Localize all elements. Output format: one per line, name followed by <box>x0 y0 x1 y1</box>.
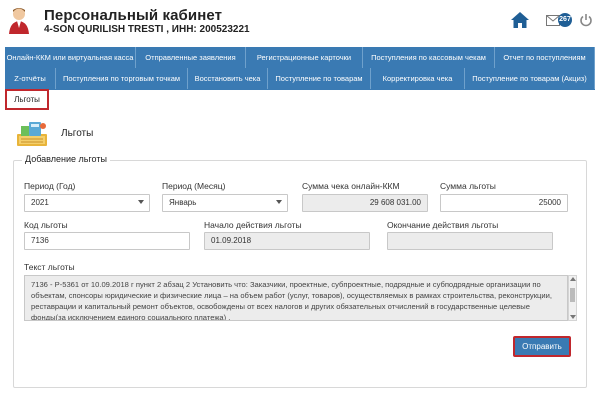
end-date-field <box>387 232 553 250</box>
panel-title: Добавление льготы <box>22 154 110 164</box>
benefit-text-area[interactable]: 7136 - Р-5361 от 10.09.2018 г пункт 2 аб… <box>24 275 568 321</box>
scroll-up-icon[interactable] <box>570 277 576 281</box>
tab-divider <box>5 89 595 90</box>
month-select[interactable]: Январь <box>162 194 288 212</box>
benefit-sum-input[interactable]: 25000 <box>440 194 568 212</box>
scroll-down-icon[interactable] <box>570 315 576 319</box>
submit-button[interactable]: Отправить <box>513 336 571 357</box>
benefits-icon <box>17 122 47 146</box>
start-date-field: 01.09.2018 <box>204 232 370 250</box>
add-benefit-panel: Добавление льготы Период (Год) 2021 Пери… <box>13 154 587 388</box>
tab-z-reports[interactable]: Z-отчёты <box>5 68 56 89</box>
section-title: Льготы <box>61 128 94 139</box>
page-title: Персональный кабинет <box>44 7 223 24</box>
tab-goods-excise[interactable]: Поступление по товарам (Акциз) <box>465 68 595 89</box>
benefit-sum-label: Сумма льготы <box>440 181 496 191</box>
scroll-thumb[interactable] <box>570 288 575 302</box>
month-label: Период (Месяц) <box>162 181 226 191</box>
home-icon[interactable] <box>510 11 530 29</box>
tab-sent-applications[interactable]: Отправленные заявления <box>136 47 246 68</box>
mail-count-badge[interactable]: 267 <box>558 13 572 27</box>
start-date-label: Начало действия льготы <box>204 220 302 230</box>
tab-online-kkm[interactable]: Онлайн-ККМ или виртуальная касса <box>5 47 136 68</box>
tab-registration-cards[interactable]: Регистрационные карточки <box>246 47 363 68</box>
year-value: 2021 <box>31 198 49 207</box>
tab-restore-receipt[interactable]: Восстановить чека <box>188 68 268 89</box>
text-scrollbar[interactable] <box>568 275 577 321</box>
year-select[interactable]: 2021 <box>24 194 150 212</box>
tab-cash-receipts[interactable]: Поступления по кассовым чекам <box>363 47 495 68</box>
tab-goods-revenue[interactable]: Поступление по товарам <box>268 68 371 89</box>
month-value: Январь <box>169 198 197 207</box>
power-icon[interactable] <box>579 13 593 27</box>
year-label: Период (Год) <box>24 181 76 191</box>
company-info: 4-SON QURILISH TRESTI , ИНН: 200523221 <box>44 24 250 35</box>
header: Персональный кабинет 4-SON QURILISH TRES… <box>0 0 600 42</box>
benefit-code-label: Код льготы <box>24 220 68 230</box>
receipt-sum-label: Сумма чека онлайн-ККМ <box>302 181 400 191</box>
tab-benefits[interactable]: Льготы <box>5 89 49 110</box>
tab-revenue-report[interactable]: Отчет по поступлениям <box>495 47 595 68</box>
tab-trade-points[interactable]: Поступления по торговым точкам <box>56 68 188 89</box>
end-date-label: Окончание действия льготы <box>387 220 499 230</box>
receipt-sum-field: 29 608 031.00 <box>302 194 428 212</box>
tab-receipt-correction[interactable]: Корректировка чека <box>371 68 465 89</box>
chevron-down-icon <box>276 200 282 204</box>
content-area: Льготы Добавление льготы Период (Год) 20… <box>5 110 595 400</box>
user-avatar-icon <box>9 8 29 34</box>
benefit-code-input[interactable]: 7136 <box>24 232 190 250</box>
benefit-text-label: Текст льготы <box>24 262 75 272</box>
chevron-down-icon <box>138 200 144 204</box>
